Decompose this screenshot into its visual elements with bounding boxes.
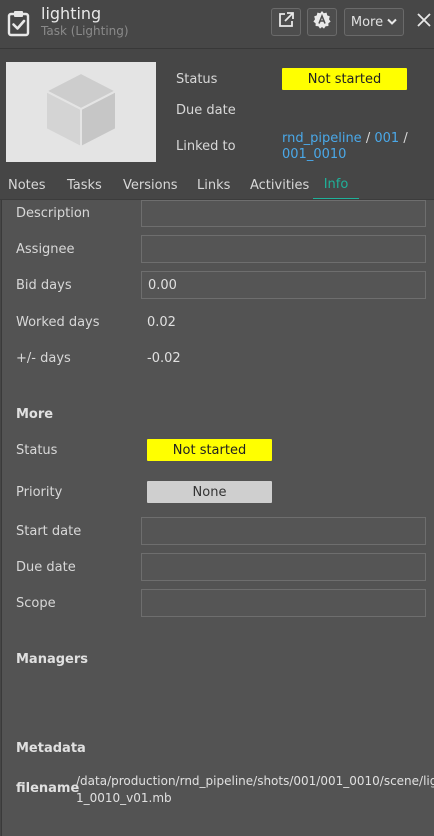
link-shot[interactable]: 001_0010 [282, 147, 346, 162]
metadata-section-heading: Metadata [16, 741, 86, 756]
summary-linked-label: Linked to [176, 139, 236, 154]
assignee-field[interactable] [141, 235, 426, 263]
tab-links[interactable]: Links [197, 170, 230, 200]
app-launch-button[interactable] [307, 8, 337, 36]
description-label: Description [16, 206, 91, 221]
filename-value: /data/production/rnd_pipeline/shots/001/… [76, 773, 434, 807]
due-date-label: Due date [16, 560, 76, 575]
managers-section-heading: Managers [16, 652, 89, 667]
task-check-icon [6, 9, 32, 37]
thumbnail[interactable] [6, 62, 156, 162]
page-title: lighting [41, 4, 102, 23]
page-subtitle: Task (Lighting) [41, 24, 129, 38]
plusminus-days-label: +/- days [16, 351, 71, 366]
tab-tasks[interactable]: Tasks [67, 170, 102, 200]
tab-notes[interactable]: Notes [8, 170, 46, 200]
tab-info[interactable]: Info [313, 170, 359, 200]
more-section-heading: More [16, 407, 54, 422]
bid-days-value: 0.00 [148, 278, 177, 293]
scope-label: Scope [16, 596, 56, 611]
link-sequence[interactable]: 001 [374, 131, 399, 146]
summary-due-date-label: Due date [176, 103, 236, 118]
tab-bar: Notes Tasks Versions Links Activities In… [0, 170, 434, 200]
open-external-button[interactable] [271, 8, 301, 36]
summary-status-badge[interactable]: Not started [282, 68, 407, 90]
more-status-label: Status [16, 443, 58, 458]
filename-line-1: /data/production/rnd_pipeline/shots/001/… [76, 774, 434, 788]
priority-label: Priority [16, 485, 63, 500]
breadcrumb-separator: / [403, 131, 408, 146]
more-menu-label: More [350, 14, 384, 30]
more-menu-button[interactable]: More [344, 8, 404, 36]
tab-activities[interactable]: Activities [250, 170, 309, 200]
bid-days-field[interactable]: 0.00 [141, 271, 426, 299]
app-launch-icon [312, 10, 332, 34]
worked-days-label: Worked days [16, 315, 100, 330]
linked-breadcrumb: rnd_pipeline / 001 / 001_0010 [282, 131, 422, 163]
close-icon [417, 13, 431, 31]
close-button[interactable] [414, 10, 434, 34]
link-project[interactable]: rnd_pipeline [282, 131, 362, 146]
worked-days-value: 0.02 [147, 315, 176, 330]
cube-placeholder-icon [43, 71, 119, 153]
start-date-field[interactable] [141, 517, 426, 545]
scope-field[interactable] [141, 589, 426, 617]
filename-line-2: 1_0010_v01.mb [76, 791, 172, 805]
start-date-label: Start date [16, 524, 82, 539]
open-external-icon [277, 11, 295, 33]
summary-status-label: Status [176, 72, 218, 87]
bid-days-label: Bid days [16, 278, 72, 293]
breadcrumb-separator: / [365, 131, 371, 146]
plusminus-days-value: -0.02 [147, 351, 181, 366]
due-date-field[interactable] [141, 553, 426, 581]
assignee-label: Assignee [16, 242, 75, 257]
tab-versions[interactable]: Versions [123, 170, 178, 200]
filename-label: filename [16, 781, 80, 796]
priority-selector[interactable]: None [147, 481, 272, 503]
chevron-down-icon [387, 15, 397, 30]
description-field[interactable] [141, 200, 426, 227]
more-status-badge[interactable]: Not started [147, 439, 272, 461]
